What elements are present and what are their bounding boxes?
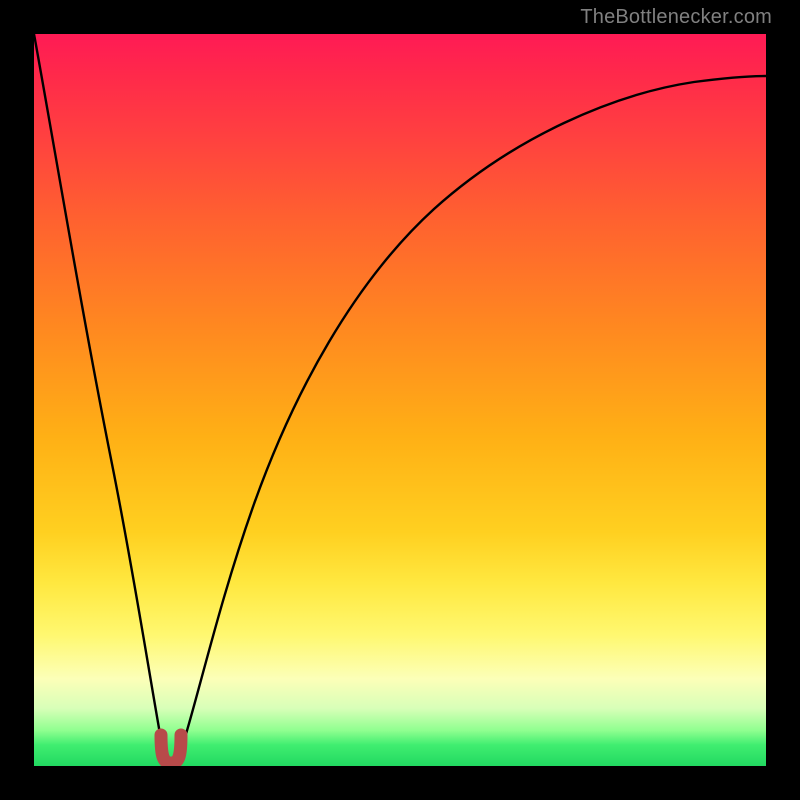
plot-area	[34, 34, 766, 766]
attribution-text: TheBottlenecker.com	[580, 6, 772, 29]
chart-frame: TheBottlenecker.com	[0, 0, 800, 800]
gradient-background	[34, 34, 766, 766]
